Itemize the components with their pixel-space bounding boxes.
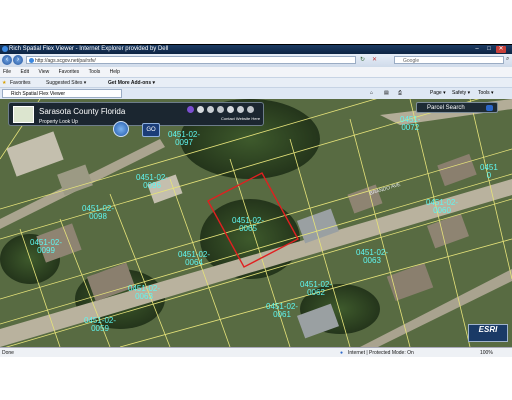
menu-favorites[interactable]: Favorites [59, 69, 80, 75]
tab-rich-spatial-viewer[interactable]: Rich Spatial Flex Viewer [2, 89, 122, 98]
back-icon[interactable]: ‹ [2, 55, 12, 65]
url-field[interactable]: http://ags.scgov.net/pa/rsfv/ [26, 56, 356, 64]
zoom-level[interactable]: 100% [480, 348, 493, 357]
search-input[interactable]: Google [394, 56, 504, 64]
browser-window: Rich Spatial Flex Viewer - Internet Expl… [0, 44, 512, 357]
parcel-label[interactable]: 0451-02- 0060 [426, 199, 458, 215]
parcel-search-button[interactable]: Parcel Search [416, 102, 498, 113]
parcel-label[interactable]: 0451-02- 0063 [128, 285, 160, 301]
menu-view[interactable]: View [38, 69, 49, 75]
parcel-label[interactable]: 0451- 0072 [400, 116, 420, 132]
parcel-label[interactable]: 0451-02- 0096 [136, 174, 168, 190]
parcel-label[interactable]: 0451-02- 0062 [300, 281, 332, 297]
print-icon[interactable]: ⎙ [398, 88, 402, 99]
url-text: http://ags.scgov.net/pa/rsfv/ [35, 58, 96, 64]
parcel-label[interactable]: 0451 0 [480, 164, 498, 180]
tab-label: Rich Spatial Flex Viewer [11, 91, 66, 97]
safety-menu[interactable]: Safety ▾ [452, 88, 470, 99]
tab-bar: Rich Spatial Flex Viewer ⌂ ▤ ⎙ Page ▾ Sa… [0, 87, 512, 99]
zoom-out-icon[interactable] [207, 106, 214, 113]
identify-icon[interactable] [227, 106, 234, 113]
app-subtitle: Property Look Up [39, 119, 78, 125]
navigation-compass-icon[interactable] [113, 121, 129, 137]
minimize-button[interactable]: – [472, 46, 482, 53]
menu-help[interactable]: Help [110, 69, 120, 75]
map-view[interactable]: BRANDO AVE 0451-02- 0096 0451-02- 0097 045… [0, 99, 512, 347]
parcel-label[interactable]: 0451-02- 0099 [30, 239, 62, 255]
menu-bar: File Edit View Favorites Tools Help [0, 67, 512, 77]
parcel-label[interactable]: 0451-02- 0097 [168, 131, 200, 147]
contact-link[interactable]: Contact Website Here [221, 116, 260, 121]
maximize-button[interactable]: □ [484, 46, 494, 53]
feeds-icon[interactable]: ▤ [384, 88, 389, 99]
refresh-icon[interactable]: ↻ [360, 56, 368, 64]
globe-icon: ● [340, 350, 344, 356]
go-button[interactable]: GO [142, 123, 160, 137]
window-title: Rich Spatial Flex Viewer - Internet Expl… [9, 46, 169, 52]
esri-text: ESRI [478, 325, 498, 334]
menu-file[interactable]: File [3, 69, 11, 75]
parcel-label[interactable]: 0451-02- 0064 [178, 251, 210, 267]
home-icon[interactable]: ⌂ [370, 88, 373, 99]
security-zone[interactable]: Internet | Protected Mode: On [348, 348, 414, 357]
parcel-label-selected[interactable]: 0451-02- 0065 [232, 217, 264, 233]
measure-icon[interactable] [237, 106, 244, 113]
page-menu[interactable]: Page ▾ [430, 88, 446, 99]
address-bar: ‹ › http://ags.scgov.net/pa/rsfv/ ↻ ✕ Go… [0, 54, 512, 67]
title-bar: Rich Spatial Flex Viewer - Internet Expl… [0, 45, 512, 54]
app-title: Sarasota County Florida [39, 107, 126, 116]
parcel-search-label: Parcel Search [427, 105, 465, 111]
close-button[interactable]: ✕ [496, 46, 506, 53]
parcel-label[interactable]: 0451-02- 0059 [84, 317, 116, 333]
search-icon[interactable]: ⌕ [506, 56, 509, 63]
page-icon [29, 58, 34, 63]
parcel-label[interactable]: 0451-02- 0061 [266, 303, 298, 319]
print-map-icon[interactable] [247, 106, 254, 113]
status-text: Done [2, 350, 14, 356]
search-icon [486, 105, 493, 111]
search-placeholder: Google [403, 58, 420, 64]
menu-tools[interactable]: Tools [89, 69, 101, 75]
forward-icon[interactable]: › [13, 55, 23, 65]
esri-logo: ESRI [468, 324, 508, 342]
tools-menu[interactable]: Tools ▾ [478, 88, 494, 99]
menu-edit[interactable]: Edit [20, 69, 29, 75]
globe-icon[interactable] [187, 106, 194, 113]
ie-icon [2, 46, 8, 52]
parcel-label[interactable]: 0451-02- 0098 [82, 205, 114, 221]
status-bar: Done ● Internet | Protected Mode: On 100… [0, 347, 512, 357]
pan-icon[interactable] [217, 106, 224, 113]
stop-icon[interactable]: ✕ [372, 56, 380, 64]
parcel-label[interactable]: 0451-02- 0063 [356, 249, 388, 265]
zoom-in-icon[interactable] [197, 106, 204, 113]
map-toolbar: Sarasota County Florida Property Look Up… [8, 102, 264, 126]
county-logo [13, 106, 34, 123]
